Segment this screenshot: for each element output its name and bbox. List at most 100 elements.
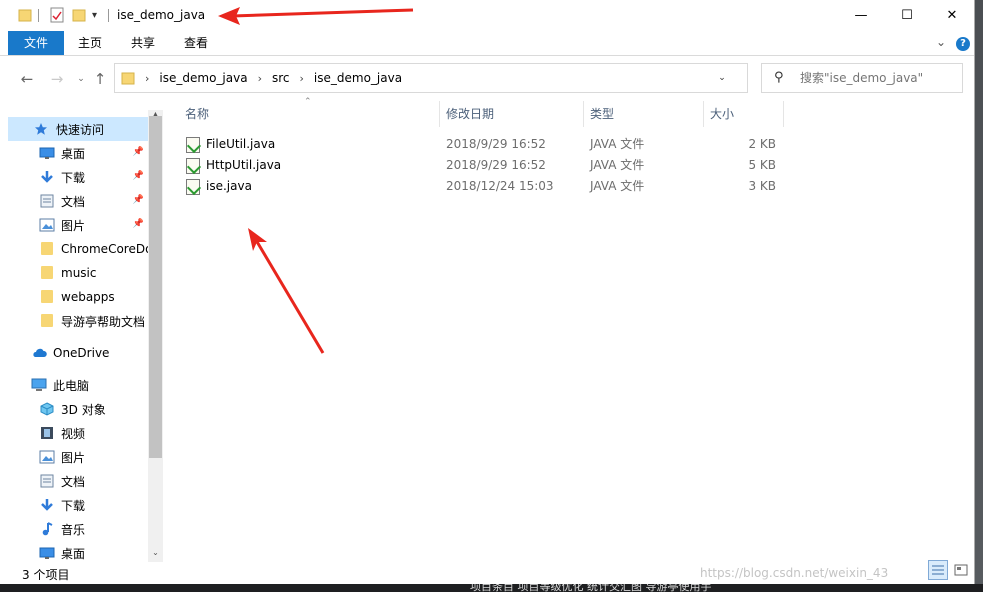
tab-share[interactable]: 共享 [118,31,168,55]
column-header-name[interactable]: 名称 [185,101,435,127]
column-header-modified[interactable]: 修改日期 [446,101,578,127]
help-icon[interactable]: ? [956,37,970,51]
java-file-icon [186,158,200,174]
nav-item-folder[interactable]: music [8,261,148,285]
file-explorer-window: ▾ ise_demo_java — ☐ ✕ 文件 主页 共享 查看 ⌄ ? ← … [0,0,975,584]
nav-item-label: 文档 [61,474,86,489]
breadcrumb-separator[interactable]: › [256,72,264,85]
file-row[interactable]: ise.java 2018/12/24 15:03 JAVA 文件 3 KB [180,176,780,197]
file-size: 3 KB [748,179,776,193]
column-divider[interactable] [439,101,440,127]
nav-item-desktop[interactable]: 桌面 [8,541,148,562]
column-divider[interactable] [583,101,584,127]
pin-icon: 📌 [132,147,144,157]
column-divider[interactable] [703,101,704,127]
nav-item-documents[interactable]: 文档 [8,469,148,493]
tab-file[interactable]: 文件 [8,31,64,55]
music-icon [39,522,55,536]
folder-icon [117,71,135,85]
column-header-type[interactable]: 类型 [590,101,700,127]
search-icon: ⚲ [774,70,784,85]
nav-item-label: music [61,266,97,280]
nav-item-videos[interactable]: 视频 [8,421,148,445]
tab-home[interactable]: 主页 [66,31,114,55]
minimize-button[interactable]: — [838,0,884,31]
desktop-icon [39,546,55,560]
properties-icon[interactable] [50,6,64,24]
file-size: 2 KB [748,137,776,151]
tab-view[interactable]: 查看 [172,31,220,55]
nav-item-label: 图片 [61,218,86,233]
address-history-dropdown-icon[interactable]: ⌄ [715,64,729,92]
file-modified: 2018/9/29 16:52 [446,137,546,151]
file-name: FileUtil.java [206,137,276,151]
star-icon [34,122,50,136]
breadcrumb-item[interactable]: ise_demo_java [151,71,255,85]
nav-item-documents[interactable]: 文档 📌 [8,189,148,213]
file-row[interactable]: FileUtil.java 2018/9/29 16:52 JAVA 文件 2 … [180,134,780,155]
nav-item-label: 视频 [61,426,86,441]
java-file-icon [186,137,200,153]
forward-button[interactable]: → [46,68,68,90]
pin-icon: 📌 [132,219,144,229]
nav-item-label: 下载 [61,498,86,513]
customize-dropdown-icon[interactable]: ▾ [92,6,97,24]
nav-item-label: 桌面 [61,146,86,161]
file-type: JAVA 文件 [590,179,645,193]
3d-objects-icon [39,402,55,416]
nav-item-quick-access[interactable]: 快速访问 [8,117,148,141]
nav-item-downloads[interactable]: 下载 📌 [8,165,148,189]
nav-item-3d-objects[interactable]: 3D 对象 [8,397,148,421]
large-icons-view-button[interactable] [951,560,971,580]
column-header-size[interactable]: 大小 [710,101,780,127]
documents-icon [39,474,55,488]
toolbar-separator [38,9,39,22]
file-modified: 2018/9/29 16:52 [446,158,546,172]
pictures-icon [39,450,55,464]
nav-item-pictures[interactable]: 图片 [8,445,148,469]
new-folder-icon[interactable] [72,6,86,24]
nav-item-pictures[interactable]: 图片 📌 [8,213,148,237]
details-view-button[interactable] [928,560,948,580]
scroll-down-icon[interactable]: ⌄ [148,548,163,560]
pictures-icon [39,218,55,232]
breadcrumb-separator[interactable]: › [298,72,306,85]
up-button[interactable]: ↑ [89,68,111,90]
nav-item-folder[interactable]: 导游亭帮助文档 [8,309,148,333]
toolbar-separator [108,9,109,22]
nav-item-label: ChromeCoreDo [61,242,148,256]
back-button[interactable]: ← [16,68,38,90]
nav-item-onedrive[interactable]: OneDrive [8,341,148,365]
breadcrumb-item[interactable]: ise_demo_java [306,71,410,85]
address-bar[interactable]: › ise_demo_java › src › ise_demo_java ⌄ … [114,63,854,93]
close-button[interactable]: ✕ [929,0,974,31]
nav-item-label: 3D 对象 [61,402,106,417]
ribbon-expand-icon[interactable]: ⌄ [936,35,946,49]
breadcrumb-item[interactable]: src [264,71,298,85]
nav-pane-scrollbar[interactable]: ▲ ⌄ [148,110,163,562]
nav-item-music[interactable]: 音乐 [8,517,148,541]
download-icon [39,498,55,512]
search-box[interactable]: ⚲ [761,63,963,93]
computer-icon [31,378,47,392]
maximize-button[interactable]: ☐ [884,0,930,31]
nav-item-downloads[interactable]: 下载 [8,493,148,517]
large-icons-view-icon [954,564,968,576]
nav-item-folder[interactable]: webapps [8,285,148,309]
ribbon-tabs: 文件 主页 共享 查看 ⌄ [0,31,974,56]
folder-icon [18,6,32,24]
file-row[interactable]: HttpUtil.java 2018/9/29 16:52 JAVA 文件 5 … [180,155,780,176]
nav-item-label: 桌面 [61,546,86,561]
window-title: ise_demo_java [117,8,206,22]
scrollbar-thumb[interactable] [149,116,162,458]
nav-item-folder[interactable]: ChromeCoreDo [8,237,148,261]
breadcrumb-separator[interactable]: › [135,72,151,85]
nav-item-this-pc[interactable]: 此电脑 [8,373,148,397]
search-input[interactable] [790,68,960,88]
desktop-icon [39,146,55,160]
column-divider[interactable] [783,101,784,127]
pin-icon: 📌 [132,171,144,181]
navigation-pane: 快速访问 桌面 📌 下载 📌 文档 📌 图片 📌 ChromeCoreDo mu… [8,102,163,562]
file-modified: 2018/12/24 15:03 [446,179,554,193]
nav-item-desktop[interactable]: 桌面 📌 [8,141,148,165]
